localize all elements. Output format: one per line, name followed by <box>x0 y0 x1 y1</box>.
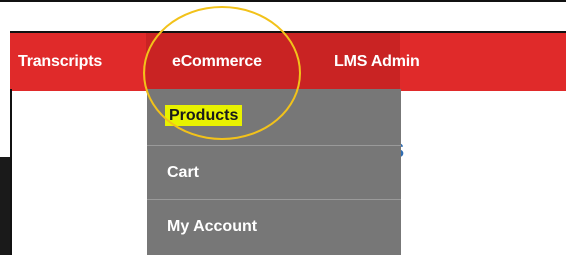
menu-item-my-account[interactable]: My Account <box>147 199 401 253</box>
nav-item-label: Transcripts <box>18 53 103 70</box>
page-border-left <box>10 89 12 255</box>
menu-item-label: Cart <box>167 164 200 181</box>
nav-item-transcripts[interactable]: Transcripts <box>18 33 102 91</box>
annotation-circle <box>143 6 301 140</box>
nav-item-label: LMS Admin <box>334 53 420 70</box>
side-strip <box>0 157 10 255</box>
menu-item-cart[interactable]: Cart <box>147 145 401 199</box>
nav-item-lms-admin[interactable]: LMS Admin <box>334 33 420 91</box>
menu-item-label: My Account <box>167 218 258 235</box>
frame-border-top <box>0 0 566 2</box>
